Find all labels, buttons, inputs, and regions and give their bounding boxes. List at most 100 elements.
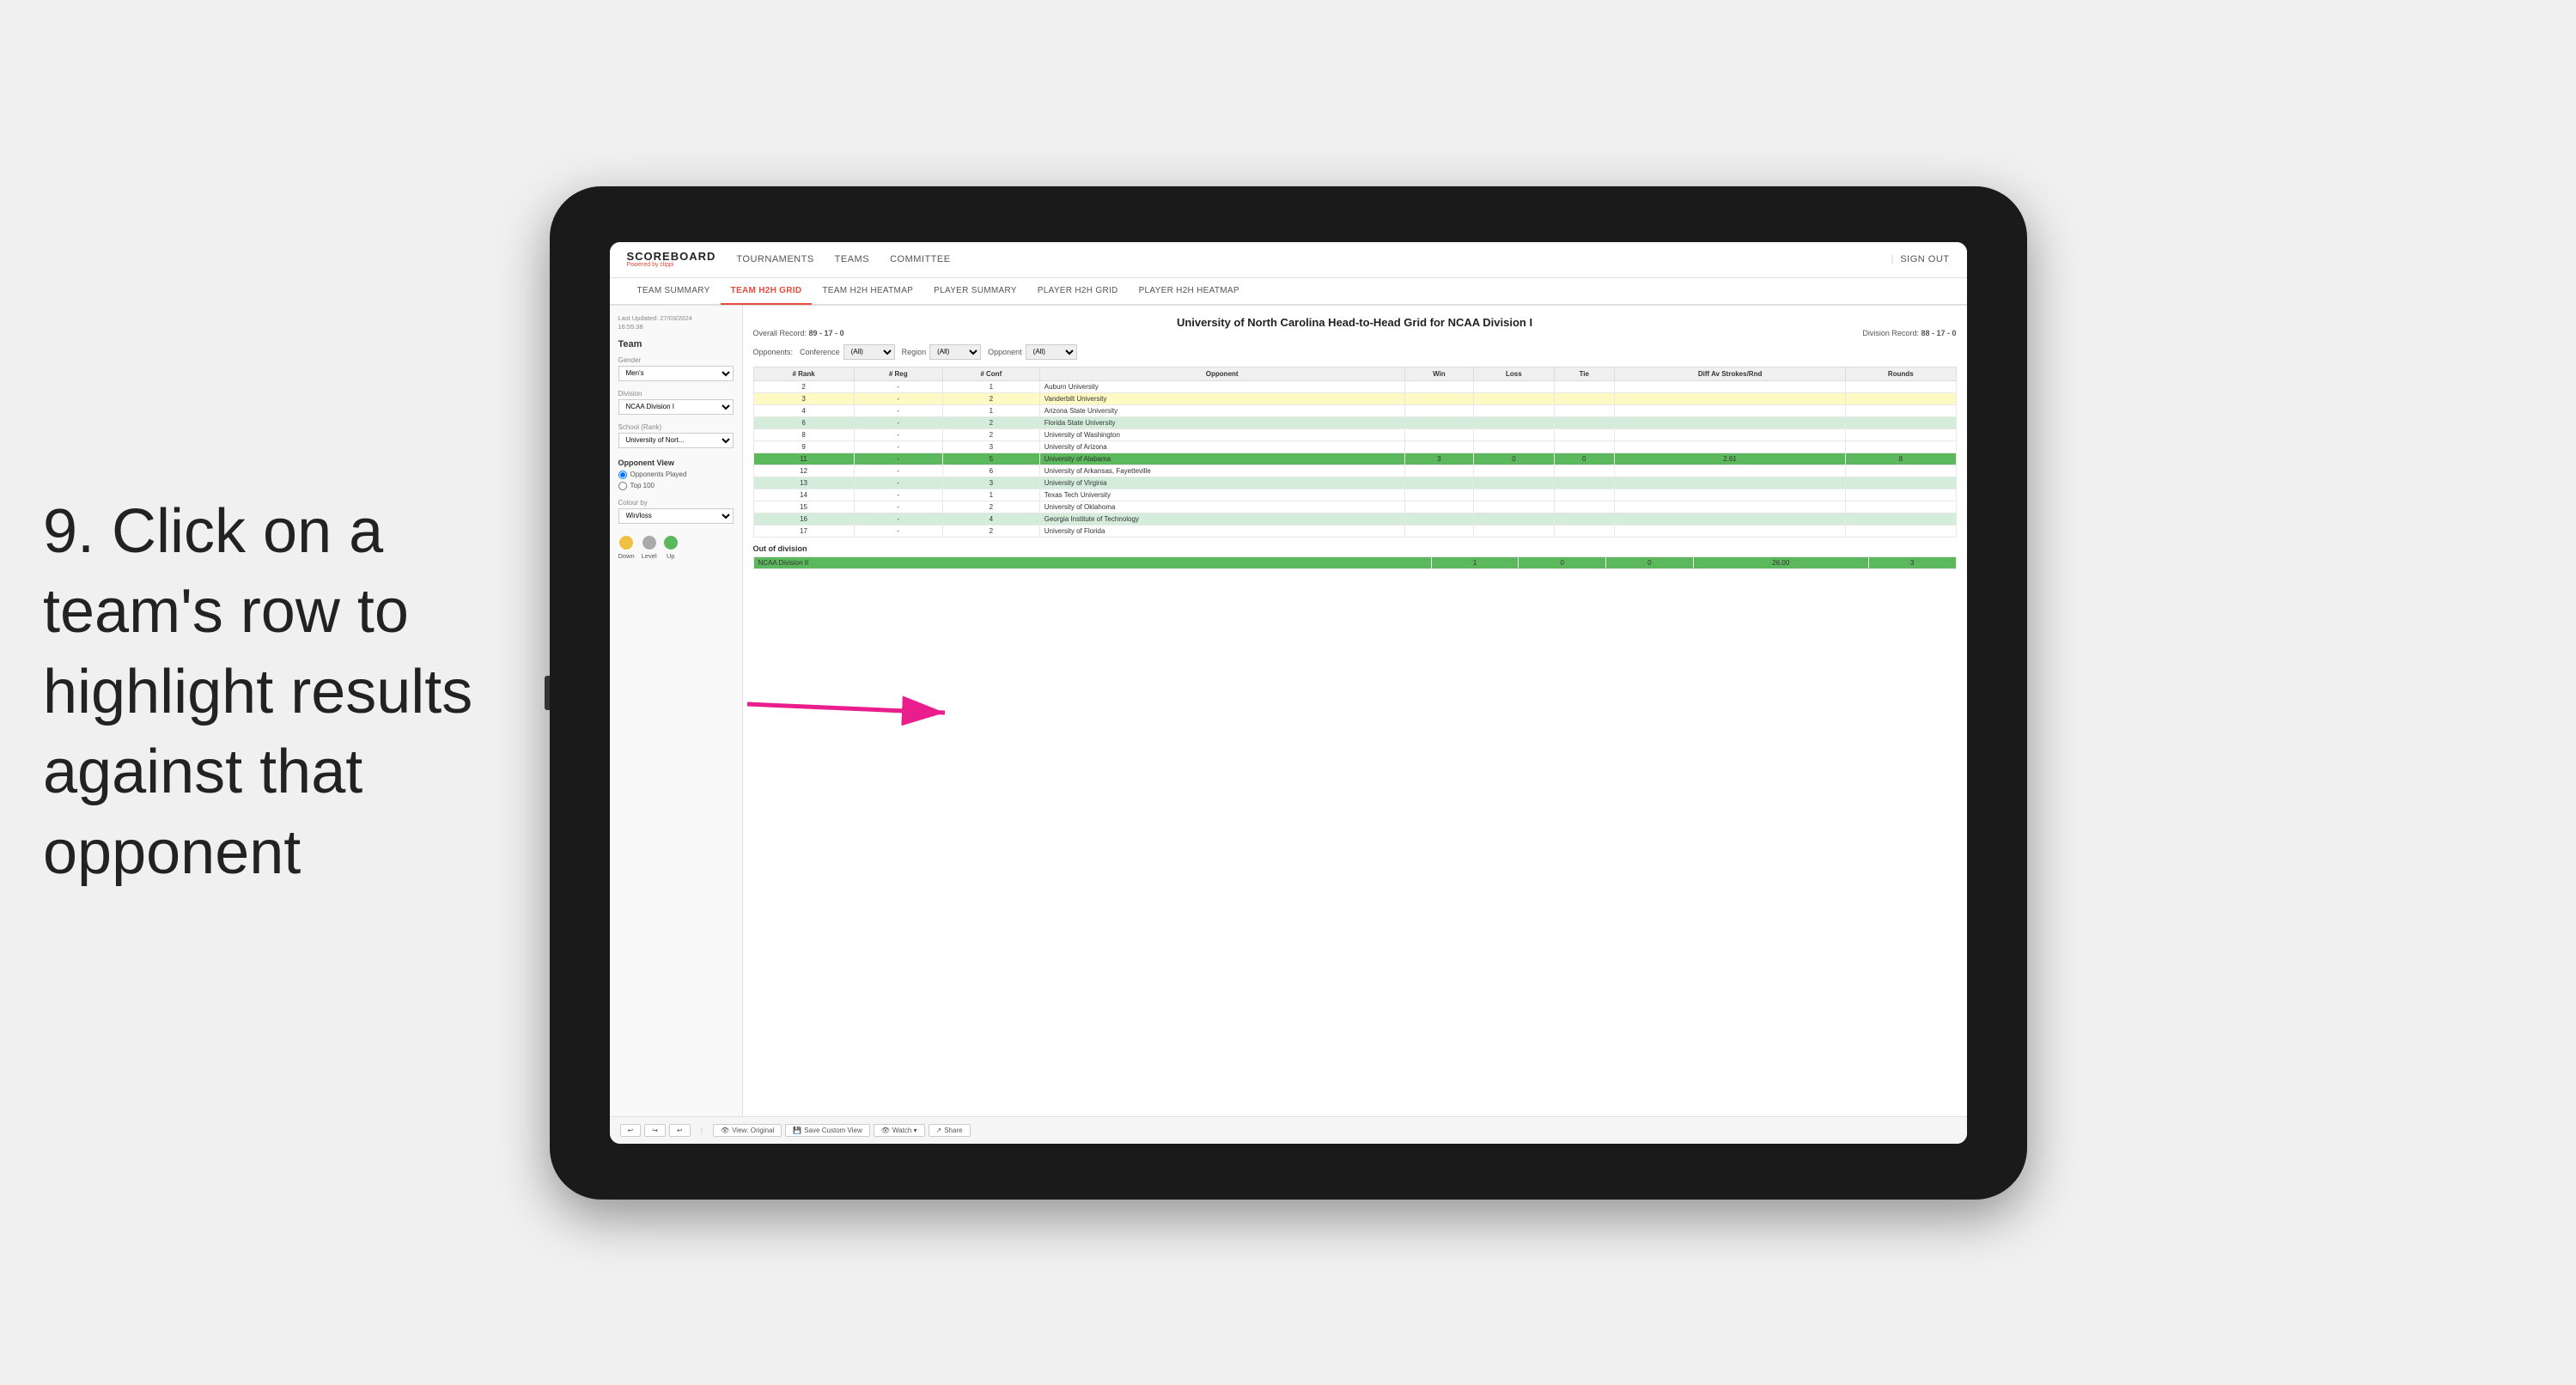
legend-up-dot <box>664 536 678 550</box>
toolbar-view-original[interactable]: 👁 View: Original <box>713 1124 782 1137</box>
table-row[interactable]: 6 - 2 Florida State University <box>753 416 1956 428</box>
cell-win <box>1404 380 1474 392</box>
out-of-division-row[interactable]: NCAA Division II 1 0 0 26.00 3 <box>753 556 1956 568</box>
table-row[interactable]: 12 - 6 University of Arkansas, Fayettevi… <box>753 465 1956 477</box>
bottom-toolbar: ↩ ↪ ↩ | 👁 View: Original 💾 Save Custom V… <box>610 1116 1967 1144</box>
nav-teams[interactable]: TEAMS <box>835 251 869 268</box>
filter-conference-select[interactable]: (All) <box>843 344 895 360</box>
table-row[interactable]: 2 - 1 Auburn University <box>753 380 1956 392</box>
nav-committee[interactable]: COMMITTEE <box>890 251 951 268</box>
sign-out-button[interactable]: Sign out <box>1900 251 1949 268</box>
sidebar-legend: Down Level Up <box>618 536 734 560</box>
cell-reg: - <box>854 525 942 537</box>
cell-rounds <box>1846 416 1956 428</box>
cell-ood-diff: 26.00 <box>1693 556 1868 568</box>
cell-rounds <box>1846 525 1956 537</box>
table-row[interactable]: 3 - 2 Vanderbilt University <box>753 392 1956 404</box>
grid-main-title: University of North Carolina Head-to-Hea… <box>753 316 1957 329</box>
sidebar-division-dropdown[interactable]: NCAA Division I <box>618 399 734 415</box>
table-row[interactable]: 17 - 2 University of Florida <box>753 525 1956 537</box>
cell-conf: 3 <box>942 477 1039 489</box>
sidebar-opponent-view-title: Opponent View <box>618 459 734 467</box>
subnav-team-h2h-grid[interactable]: TEAM H2H GRID <box>721 279 813 305</box>
instruction-text: 9. Click on a team's row to highlight re… <box>43 492 472 894</box>
col-diff: Diff Av Strokes/Rnd <box>1615 367 1846 380</box>
cell-opponent: Auburn University <box>1039 380 1404 392</box>
side-button <box>545 676 550 710</box>
radio-opponents-played[interactable]: Opponents Played <box>618 471 734 479</box>
cell-reg: - <box>854 489 942 501</box>
table-row[interactable]: 4 - 1 Arizona State University <box>753 404 1956 416</box>
cell-rounds <box>1846 465 1956 477</box>
main-content: Last Updated: 27/03/2024 16:55:38 Team G… <box>610 306 1967 1116</box>
cell-rank: 11 <box>753 453 854 465</box>
cell-ood-tie: 0 <box>1606 556 1694 568</box>
cell-win <box>1404 489 1474 501</box>
subnav-player-summary[interactable]: PLAYER SUMMARY <box>923 279 1027 305</box>
toolbar-redo[interactable]: ↪ <box>644 1124 666 1137</box>
filter-opponent-select[interactable]: (All) <box>1026 344 1077 360</box>
cell-rank: 9 <box>753 440 854 453</box>
table-row[interactable]: 8 - 2 University of Washington <box>753 428 1956 440</box>
cell-tie <box>1554 404 1615 416</box>
table-row[interactable]: 15 - 2 University of Oklahoma <box>753 501 1956 513</box>
cell-rank: 14 <box>753 489 854 501</box>
cell-reg: - <box>854 513 942 525</box>
toolbar-share[interactable]: ↗ Share <box>929 1124 971 1137</box>
logo-powered: Powered by clippi <box>627 262 716 268</box>
table-row[interactable]: 11 - 5 University of Alabama 3 0 0 2.61 … <box>753 453 1956 465</box>
toolbar-history: ↩ ↪ ↩ <box>620 1124 691 1137</box>
sidebar-gender-dropdown[interactable]: Men's <box>618 366 734 381</box>
cell-tie <box>1554 465 1615 477</box>
radio-top100[interactable]: Top 100 <box>618 482 734 490</box>
sidebar-colour-label: Colour by <box>618 499 734 507</box>
cell-ood-loss: 0 <box>1519 556 1606 568</box>
cell-win <box>1404 404 1474 416</box>
cell-win: 3 <box>1404 453 1474 465</box>
table-row[interactable]: 9 - 3 University of Arizona <box>753 440 1956 453</box>
overall-record-label: Overall Record: 89 - 17 - 0 <box>753 329 844 337</box>
col-win: Win <box>1404 367 1474 380</box>
col-rounds: Rounds <box>1846 367 1956 380</box>
table-row[interactable]: 16 - 4 Georgia Institute of Technology <box>753 513 1956 525</box>
legend-down-dot <box>619 536 633 550</box>
sidebar-radio-group: Opponents Played Top 100 <box>618 471 734 490</box>
cell-conf: 1 <box>942 404 1039 416</box>
cell-win <box>1404 477 1474 489</box>
cell-ood-opponent: NCAA Division II <box>753 556 1431 568</box>
cell-rounds <box>1846 380 1956 392</box>
toolbar-undo[interactable]: ↩ <box>620 1124 642 1137</box>
toolbar-sep1: | <box>701 1126 703 1134</box>
toolbar-watch[interactable]: 👁 Watch ▾ <box>874 1124 925 1137</box>
cell-tie: 0 <box>1554 453 1615 465</box>
table-row[interactable]: 14 - 1 Texas Tech University <box>753 489 1956 501</box>
sidebar-colour-dropdown[interactable]: Win/loss <box>618 508 734 524</box>
filter-conference: Conference (All) <box>800 344 895 360</box>
cell-tie <box>1554 416 1615 428</box>
table-row[interactable]: 13 - 3 University of Virginia <box>753 477 1956 489</box>
subnav-team-summary[interactable]: TEAM SUMMARY <box>627 279 721 305</box>
cell-conf: 3 <box>942 440 1039 453</box>
cell-rank: 2 <box>753 380 854 392</box>
subnav-player-h2h-grid[interactable]: PLAYER H2H GRID <box>1027 279 1129 305</box>
cell-opponent: University of Arizona <box>1039 440 1404 453</box>
cell-rounds <box>1846 428 1956 440</box>
sidebar-school-dropdown[interactable]: University of Nort... <box>618 433 734 448</box>
cell-conf: 2 <box>942 392 1039 404</box>
subnav-player-h2h-heatmap[interactable]: PLAYER H2H HEATMAP <box>1129 279 1250 305</box>
nav-tournaments[interactable]: TOURNAMENTS <box>736 251 813 268</box>
cell-win <box>1404 392 1474 404</box>
cell-rounds <box>1846 501 1956 513</box>
cell-reg: - <box>854 380 942 392</box>
cell-win <box>1404 440 1474 453</box>
eye-icon: 👁 <box>721 1127 729 1134</box>
toolbar-save-custom[interactable]: 💾 Save Custom View <box>785 1124 869 1137</box>
cell-reg: - <box>854 477 942 489</box>
cell-opponent: Vanderbilt University <box>1039 392 1404 404</box>
grid-title-area: University of North Carolina Head-to-Hea… <box>753 316 1957 337</box>
subnav-team-h2h-heatmap[interactable]: TEAM H2H HEATMAP <box>812 279 923 305</box>
toolbar-back[interactable]: ↩ <box>669 1124 691 1137</box>
sidebar-school-label: School (Rank) <box>618 423 734 431</box>
cell-tie <box>1554 440 1615 453</box>
filter-region-select[interactable]: (All) <box>929 344 981 360</box>
